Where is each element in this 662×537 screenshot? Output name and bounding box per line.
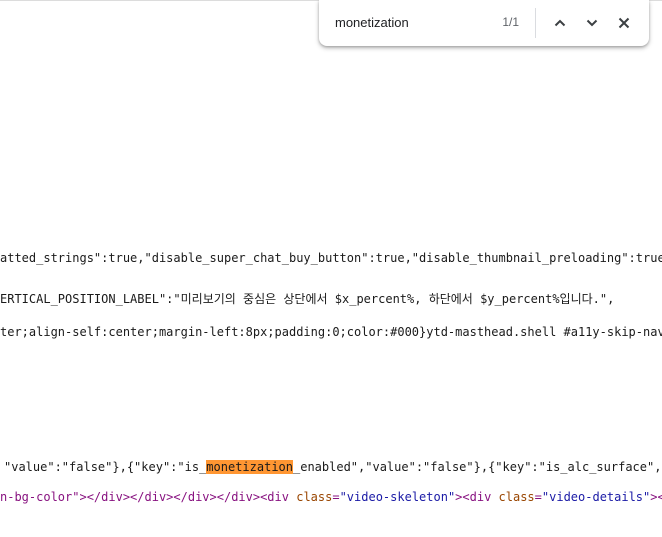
code-text: "value":"false"},{"key":"is_ — [4, 460, 207, 474]
html-tag-text: ><di — [650, 490, 662, 504]
html-attribute-name: class — [498, 490, 535, 504]
html-tag-text: = — [534, 490, 542, 504]
source-line-with-match: "value":"false"},{"key":"is_monetization… — [4, 460, 662, 474]
find-match-highlight: monetization — [206, 460, 293, 474]
html-tag-text: = — [332, 490, 340, 504]
code-text: _enabled","value":"false"},{"key":"is_al… — [293, 460, 662, 474]
close-find-button[interactable] — [611, 10, 637, 36]
next-match-button[interactable] — [579, 10, 605, 36]
chevron-down-icon — [586, 19, 598, 27]
previous-match-button[interactable] — [547, 10, 573, 36]
html-tag-text: ><div — [455, 490, 499, 504]
find-bar: 1/1 — [319, 0, 649, 46]
html-attribute-value: "video-details" — [541, 490, 651, 504]
close-icon — [618, 17, 630, 29]
chevron-up-icon — [554, 19, 566, 27]
find-bar-divider — [535, 8, 536, 38]
source-line: ERTICAL_POSITION_LABEL":"미리보기의 중심은 상단에서 … — [0, 292, 615, 306]
find-input[interactable] — [335, 10, 495, 34]
source-line: atted_strings":true,"disable_super_chat_… — [0, 251, 662, 265]
source-line-html: n-bg-color"></div></div></div></div><div… — [0, 490, 662, 504]
find-result-count: 1/1 — [502, 15, 519, 29]
html-attribute-value: "video-skeleton" — [339, 490, 456, 504]
html-tag-text: n-bg-color"></div></div></div></div><div — [0, 490, 297, 504]
source-line: ter;align-self:center;margin-left:8px;pa… — [0, 325, 662, 339]
html-attribute-name: class — [296, 490, 333, 504]
